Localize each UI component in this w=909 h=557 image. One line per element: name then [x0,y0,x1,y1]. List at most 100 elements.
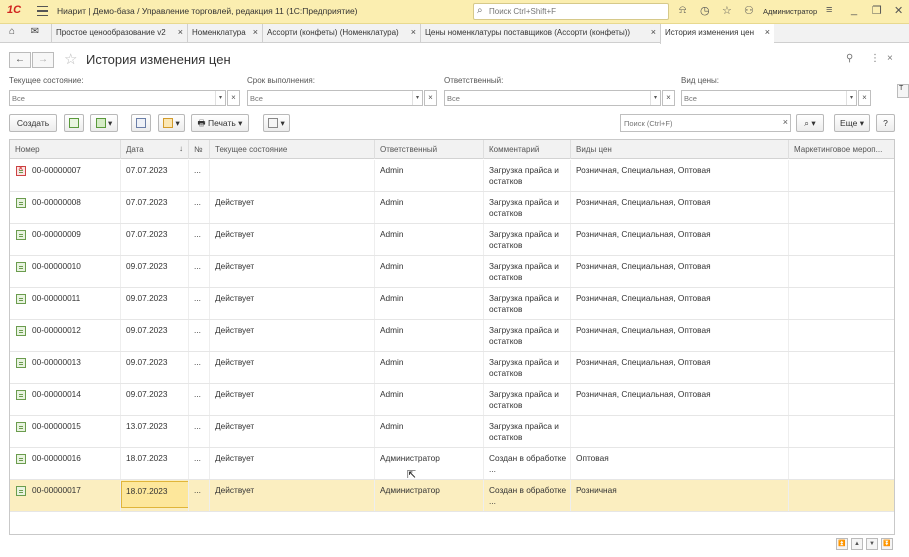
table-row[interactable]: 00-00000009 07.07.2023... Действует Admin За… [10,224,894,256]
cell-text: ... [194,197,201,207]
close-tab-icon[interactable]: × [765,27,770,37]
messages-icon[interactable]: ✉ [26,26,44,41]
attachments-button[interactable]: ▾ [263,114,290,132]
help-button[interactable]: ? [876,114,895,132]
menu-icon[interactable] [37,6,48,16]
column-number[interactable]: Номер [10,140,120,159]
column-state[interactable]: Текущее состояние [209,140,374,159]
restore-icon[interactable]: ❐ [872,4,882,17]
create-based-on-button[interactable]: ▾ [90,114,118,132]
column-responsible[interactable]: Ответственный [374,140,483,159]
close-tab-icon[interactable]: × [253,27,258,37]
table-row[interactable]: 00-00000016 18.07.2023... Действует Админис… [10,448,894,480]
table-row[interactable]: 00-00000007 07.07.2023... Admin Загрузка пр… [10,160,894,192]
user-name[interactable]: Администратор [763,7,817,16]
table-row[interactable]: 00-00000008 07.07.2023... Действует Admin За… [10,192,894,224]
clear-icon[interactable]: × [662,90,675,106]
filter-responsible-input[interactable] [447,93,647,104]
column-n[interactable]: № [188,140,209,159]
cell-comment: Загрузка прайса и остатков [483,288,570,319]
cell-comment: Загрузка прайса и остатков [483,352,570,383]
history-icon[interactable]: ◷ [700,4,710,17]
scroll-down-icon[interactable]: ▼ [866,538,878,550]
list-search-input[interactable] [624,118,774,129]
table-row[interactable]: 00-00000013 09.07.2023... Действует Admin За… [10,352,894,384]
global-search[interactable]: ⌕ [473,3,669,20]
filter-price-type-field[interactable]: ▾ [681,90,857,106]
search-options-button[interactable]: ⌕ ▾ [796,114,824,132]
column-marketing[interactable]: Маркетинговое мероп... [788,140,894,159]
side-panel-tab[interactable]: Т [897,84,909,98]
table-row[interactable]: 00-00000010 09.07.2023... Действует Admin За… [10,256,894,288]
more-button[interactable]: Еще ▾ [834,114,870,132]
settings-icon[interactable]: ≡ [826,4,832,16]
dropdown-icon[interactable]: ▾ [412,91,422,105]
close-form-icon[interactable]: × [887,53,893,64]
cell-date: 09.07.2023 [120,352,188,383]
sort-down-icon: ↓ [179,144,183,153]
tab-nomenclature[interactable]: Номенклатура × [187,24,262,43]
cell-text: Розничная, Специальная, Оптовая [576,229,711,239]
cell-text: 00-00000013 [32,357,81,367]
create-button[interactable]: Создать [9,114,57,132]
column-date[interactable]: Дата ↓ [120,140,188,159]
structure-button[interactable]: ▾ [158,114,185,132]
table-row[interactable]: 00-00000015 13.07.2023... Действует Admin За… [10,416,894,448]
close-icon[interactable]: ✕ [894,4,903,17]
clear-icon[interactable]: × [858,90,871,106]
back-button[interactable]: ← [9,52,31,68]
table-row[interactable]: 00-00000014 09.07.2023... Действует Admin За… [10,384,894,416]
favorites-icon[interactable]: ☆ [722,4,732,17]
scroll-bottom-icon[interactable]: ⏬ [881,538,893,550]
tab-supplier-prices[interactable]: Цены номенклатуры поставщиков (Ассорти (… [420,24,660,43]
column-comment[interactable]: Комментарий [483,140,570,159]
clear-search-icon[interactable]: × [783,117,788,127]
print-button[interactable]: 🖶 Печать ▾ [191,114,249,132]
global-search-input[interactable] [489,5,664,18]
table-row[interactable]: 00-00000012 09.07.2023... Действует Admin За… [10,320,894,352]
documents-table[interactable]: Номер Дата ↓ № Текущее состояние Ответств… [9,139,895,535]
dropdown-icon[interactable]: ▾ [215,91,225,105]
active-cell[interactable]: 18.07.2023 [121,481,188,508]
user-icon[interactable]: ⚇ [744,4,754,17]
filter-responsible-label: Ответственный: [444,76,504,85]
filter-deadline-field[interactable]: ▾ [247,90,423,106]
home-icon[interactable]: ⌂ [4,26,20,41]
close-tab-icon[interactable]: × [178,27,183,37]
close-tab-icon[interactable]: × [651,27,656,37]
table-row[interactable]: 00-00000011 09.07.2023... Действует Admin За… [10,288,894,320]
more-vertical-icon[interactable]: ⋮ [870,53,880,64]
table-row[interactable]: 00-00000017 18.07.2023... Действует Админис… [10,480,894,512]
bell-icon[interactable]: ⍾ [679,4,686,17]
list-search[interactable]: × [620,114,791,132]
cell-price-types: Розничная, Специальная, Оптовая [570,384,788,415]
cell-date: 09.07.2023 [120,256,188,287]
clear-icon[interactable]: × [424,90,437,106]
cell-text: Действует [215,293,255,303]
cell-text: 00-00000014 [32,389,81,399]
forward-button[interactable]: → [32,52,54,68]
scroll-up-icon[interactable]: ▲ [851,538,863,550]
filter-state-field[interactable]: ▾ [9,90,226,106]
favorite-star-icon[interactable]: ☆ [64,50,77,68]
filter-responsible-field[interactable]: ▾ [444,90,661,106]
report-button[interactable] [131,114,151,132]
scroll-top-icon[interactable]: ⏫ [836,538,848,550]
link-icon[interactable]: ⚲ [846,53,853,64]
dropdown-icon[interactable]: ▾ [846,91,856,105]
column-price-types[interactable]: Виды цен [570,140,788,159]
cell-number: 00-00000012 [10,320,120,351]
cell-text: Загрузка прайса и остатков [489,229,559,250]
dropdown-icon[interactable]: ▾ [650,91,660,105]
filter-state-input[interactable] [12,93,212,104]
copy-button[interactable] [64,114,84,132]
tab-pricing[interactable]: Простое ценообразование v2 × [51,24,187,43]
tab-assorti[interactable]: Ассорти (конфеты) (Номенклатура) × [262,24,420,43]
filter-price-type-input[interactable] [684,93,844,104]
filter-deadline-input[interactable] [250,93,410,104]
clear-icon[interactable]: × [227,90,240,106]
minimize-icon[interactable]: _ [851,4,857,16]
close-tab-icon[interactable]: × [411,27,416,37]
tab-price-history[interactable]: История изменения цен × [660,24,774,44]
cell-text: 00-00000009 [32,229,81,239]
